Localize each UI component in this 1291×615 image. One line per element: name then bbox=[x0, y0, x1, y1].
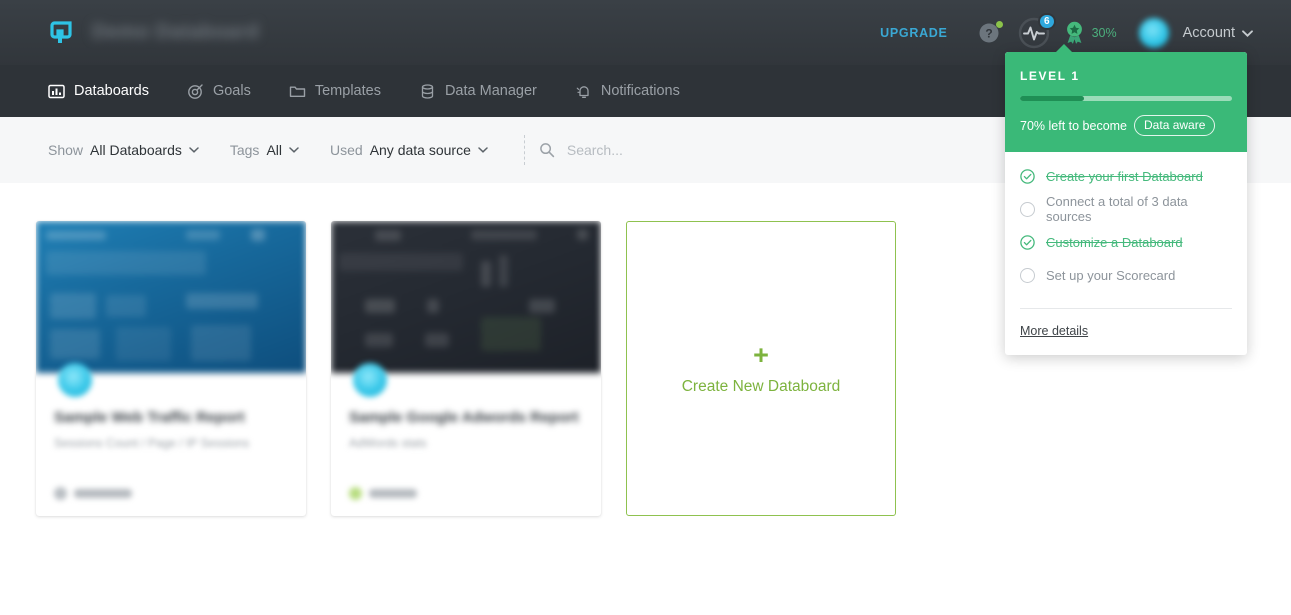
databoard-subtitle: Sessions Count / Page / IP Sessions bbox=[54, 436, 250, 450]
data-source-label bbox=[74, 489, 132, 498]
nav-item-templates[interactable]: Templates bbox=[289, 65, 381, 117]
filter-tags[interactable]: Tags All bbox=[230, 142, 299, 158]
create-new-databoard-label: Create New Databoard bbox=[681, 377, 841, 395]
onboarding-popover: LEVEL 1 70% left to become Data aware Cr… bbox=[1005, 44, 1247, 355]
avatar[interactable] bbox=[1138, 17, 1169, 48]
upgrade-link[interactable]: UPGRADE bbox=[880, 26, 947, 40]
check-circle-empty-icon bbox=[1020, 201, 1035, 217]
databoard-card[interactable]: Sample Google Adwords Report AdWords sta… bbox=[331, 221, 601, 516]
databox-logo-icon bbox=[48, 19, 76, 47]
help-circle-icon[interactable]: ? bbox=[978, 20, 1018, 44]
filter-tags-label: Tags bbox=[229, 142, 260, 158]
checklist-item[interactable]: Create your first Databoard bbox=[1020, 164, 1232, 188]
databoard-title: Sample Web Traffic Report bbox=[54, 409, 245, 426]
award-percent: 30% bbox=[1091, 25, 1117, 40]
search-box[interactable] bbox=[539, 142, 867, 158]
progress-text: 70% left to become bbox=[1020, 118, 1128, 133]
checklist-item-label: Set up your Scorecard bbox=[1046, 267, 1176, 283]
check-circle-done-icon bbox=[1020, 234, 1035, 250]
chevron-down-icon bbox=[189, 147, 199, 153]
chevron-down-icon bbox=[1242, 25, 1253, 41]
nav-label-templates: Templates bbox=[314, 83, 381, 99]
award-rosette-glyph bbox=[1066, 21, 1082, 44]
filter-divider bbox=[523, 135, 525, 165]
database-icon bbox=[419, 83, 436, 100]
create-new-databoard-button[interactable]: + Create New Databoard bbox=[626, 221, 896, 516]
databoard-card[interactable]: Sample Web Traffic Report Sessions Count… bbox=[36, 221, 306, 516]
search-icon bbox=[539, 142, 555, 158]
filter-used-label: Used bbox=[330, 142, 363, 158]
checklist-item-label: Create your first Databoard bbox=[1046, 168, 1203, 184]
data-source-icon bbox=[349, 487, 362, 500]
level-progress-bar bbox=[1020, 96, 1232, 101]
filter-show-label: Show bbox=[48, 142, 84, 158]
databoard-source[interactable] bbox=[349, 487, 417, 500]
databoard-title: Sample Google Adwords Report bbox=[349, 409, 579, 426]
svg-text:?: ? bbox=[985, 26, 992, 40]
databoard-subtitle: AdWords stats bbox=[349, 436, 427, 450]
search-input[interactable] bbox=[566, 142, 867, 158]
checklist-item[interactable]: Set up your Scorecard bbox=[1020, 263, 1232, 287]
check-circle-empty-icon bbox=[1020, 267, 1035, 283]
nav-item-data-manager[interactable]: Data Manager bbox=[419, 65, 537, 117]
filter-used[interactable]: Used Any data source bbox=[330, 142, 488, 158]
help-new-dot bbox=[995, 20, 1003, 28]
databoard-avatar-badge bbox=[58, 363, 92, 397]
nav-label-goals: Goals bbox=[212, 83, 251, 99]
databoard-avatar-badge bbox=[353, 363, 387, 397]
checklist-item[interactable]: Connect a total of 3 data sources bbox=[1020, 194, 1232, 224]
account-label: Account bbox=[1182, 24, 1235, 41]
pulse-badge-count: 6 bbox=[1038, 12, 1056, 30]
nav-item-goals[interactable]: Goals bbox=[187, 65, 251, 117]
target-icon bbox=[187, 83, 204, 100]
data-source-icon bbox=[54, 487, 67, 500]
nav-item-notifications[interactable]: Notifications bbox=[575, 65, 680, 117]
nav-label-notifications: Notifications bbox=[600, 83, 680, 99]
databoard-source[interactable] bbox=[54, 487, 132, 500]
checklist-item[interactable]: Customize a Databoard bbox=[1020, 230, 1232, 254]
level-label: LEVEL 1 bbox=[1020, 69, 1080, 83]
level-chip: Data aware bbox=[1134, 115, 1216, 136]
popover-arrow bbox=[1055, 44, 1073, 53]
nav-label-databoards: Databoards bbox=[74, 83, 149, 99]
brand-title: Demo Databoard bbox=[92, 21, 260, 43]
filter-show[interactable]: Show All Databoards bbox=[48, 142, 199, 158]
popover-header: LEVEL 1 70% left to become Data aware bbox=[1005, 52, 1247, 152]
brand[interactable]: Demo Databoard bbox=[48, 19, 259, 47]
more-details-link[interactable]: More details bbox=[1020, 324, 1088, 338]
data-source-label bbox=[369, 489, 417, 498]
more-details-wrap: More details bbox=[1005, 309, 1247, 355]
activity-pulse-icon[interactable]: 6 bbox=[1018, 12, 1056, 49]
level-progress-fill bbox=[1020, 96, 1084, 101]
bell-ring-icon bbox=[575, 83, 592, 100]
chevron-down-icon bbox=[478, 147, 488, 153]
filter-show-value: All Databoards bbox=[90, 142, 182, 158]
folder-icon bbox=[289, 83, 306, 100]
check-circle-done-icon bbox=[1020, 168, 1035, 184]
checklist-item-label: Connect a total of 3 data sources bbox=[1046, 194, 1188, 224]
nav-label-data-manager: Data Manager bbox=[444, 83, 537, 99]
onboarding-checklist: Create your first Databoard Connect a tot… bbox=[1005, 152, 1247, 300]
filter-tags-value: All bbox=[266, 142, 282, 158]
nav-item-databoards[interactable]: Databoards bbox=[48, 65, 149, 117]
level-subtitle: 70% left to become Data aware bbox=[1020, 115, 1232, 136]
filter-used-value: Any data source bbox=[369, 142, 471, 158]
databoard-thumbnail bbox=[36, 221, 306, 373]
checklist-item-label: Customize a Databoard bbox=[1046, 234, 1183, 250]
chart-board-icon bbox=[48, 83, 65, 100]
databoard-thumbnail bbox=[331, 221, 601, 373]
account-menu[interactable]: Account bbox=[1183, 25, 1253, 41]
plus-icon: + bbox=[753, 339, 769, 370]
chevron-down-icon bbox=[289, 147, 299, 153]
award-rosette-icon[interactable]: 30% bbox=[1064, 21, 1117, 45]
